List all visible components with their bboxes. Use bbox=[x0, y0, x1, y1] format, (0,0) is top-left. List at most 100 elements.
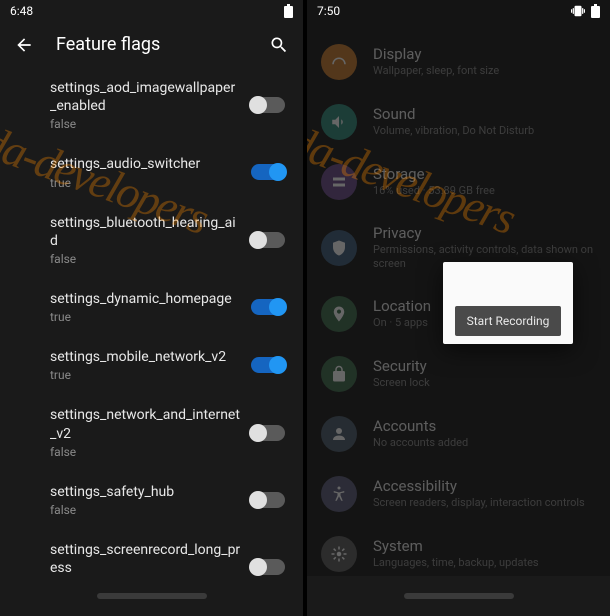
settings-text: Security Screen lock bbox=[373, 357, 596, 390]
flag-text: settings_safety_hub false bbox=[50, 483, 251, 517]
flag-row[interactable]: settings_network_and_internet_v2 false bbox=[0, 394, 303, 470]
flag-name: settings_screenrecord_long_press bbox=[50, 541, 241, 576]
flag-name: settings_audio_switcher bbox=[50, 155, 241, 173]
settings-title: Privacy bbox=[373, 224, 596, 242]
flag-toggle[interactable] bbox=[251, 559, 285, 575]
flag-text: settings_aod_imagewallpaper_enabled fals… bbox=[50, 79, 251, 131]
flag-text: settings_dynamic_homepage true bbox=[50, 290, 251, 324]
settings-title: System bbox=[373, 537, 596, 555]
flag-toggle[interactable] bbox=[251, 425, 285, 441]
flag-row[interactable]: settings_mobile_network_v2 true bbox=[0, 336, 303, 394]
privacy-icon bbox=[321, 230, 357, 266]
back-button[interactable] bbox=[14, 35, 34, 55]
accounts-icon bbox=[321, 416, 357, 452]
settings-title: Accessibility bbox=[373, 477, 596, 495]
flag-toggle[interactable] bbox=[251, 299, 285, 315]
flag-text: settings_mobile_network_v2 true bbox=[50, 348, 251, 382]
accessibility-icon bbox=[321, 476, 357, 512]
flag-value: false bbox=[50, 503, 241, 517]
settings-row[interactable]: Accounts No accounts added bbox=[307, 404, 610, 464]
flag-row[interactable]: settings_screenrecord_long_press false bbox=[0, 529, 303, 576]
page-title: Feature flags bbox=[56, 34, 269, 55]
flag-text: settings_network_and_internet_v2 false bbox=[50, 406, 251, 458]
feature-flags-screen: 6:48 Feature flags settings_aod_imagewal… bbox=[0, 0, 303, 616]
flag-row[interactable]: settings_safety_hub false bbox=[0, 471, 303, 529]
display-icon bbox=[321, 44, 357, 80]
search-button[interactable] bbox=[269, 35, 289, 55]
settings-row[interactable]: System Languages, time, backup, updates bbox=[307, 524, 610, 576]
nav-pill[interactable] bbox=[404, 593, 514, 599]
settings-row[interactable]: Storage 16% used · 53.89 GB free bbox=[307, 152, 610, 212]
location-icon bbox=[321, 296, 357, 332]
flag-text: settings_screenrecord_long_press false bbox=[50, 541, 251, 576]
settings-text: Accounts No accounts added bbox=[373, 417, 596, 450]
settings-subtitle: No accounts added bbox=[373, 436, 596, 450]
flag-row[interactable]: settings_aod_imagewallpaper_enabled fals… bbox=[0, 67, 303, 143]
settings-subtitle: Languages, time, backup, updates bbox=[373, 556, 596, 570]
security-icon bbox=[321, 356, 357, 392]
vibrate-icon bbox=[571, 4, 585, 18]
header: Feature flags bbox=[0, 22, 303, 67]
settings-title: Security bbox=[373, 357, 596, 375]
flag-toggle[interactable] bbox=[251, 232, 285, 248]
settings-title: Sound bbox=[373, 105, 596, 123]
flag-text: settings_audio_switcher true bbox=[50, 155, 251, 189]
nav-bar bbox=[307, 576, 610, 616]
storage-icon bbox=[321, 164, 357, 200]
settings-subtitle: Screen readers, display, interaction con… bbox=[373, 496, 596, 510]
settings-subtitle: Screen lock bbox=[373, 376, 596, 390]
nav-bar bbox=[0, 576, 303, 616]
system-icon bbox=[321, 536, 357, 572]
settings-title: Display bbox=[373, 45, 596, 63]
flag-toggle[interactable] bbox=[251, 164, 285, 180]
settings-title: Storage bbox=[373, 165, 596, 183]
flag-row[interactable]: settings_bluetooth_hearing_aid false bbox=[0, 202, 303, 278]
screen-record-popup: Start Recording bbox=[443, 262, 573, 344]
status-time: 6:48 bbox=[10, 4, 284, 18]
settings-subtitle: 16% used · 53.89 GB free bbox=[373, 184, 596, 198]
flag-name: settings_bluetooth_hearing_aid bbox=[50, 214, 241, 250]
flag-toggle[interactable] bbox=[251, 492, 285, 508]
status-bar: 7:50 bbox=[307, 0, 610, 22]
sound-icon bbox=[321, 104, 357, 140]
flag-name: settings_aod_imagewallpaper_enabled bbox=[50, 79, 241, 115]
settings-title: Accounts bbox=[373, 417, 596, 435]
flag-name: settings_safety_hub bbox=[50, 483, 241, 501]
settings-row[interactable]: Accessibility Screen readers, display, i… bbox=[307, 464, 610, 524]
flag-toggle[interactable] bbox=[251, 97, 285, 113]
flag-value: false bbox=[50, 445, 241, 459]
settings-text: Accessibility Screen readers, display, i… bbox=[373, 477, 596, 510]
flag-name: settings_dynamic_homepage bbox=[50, 290, 241, 308]
start-recording-button[interactable]: Start Recording bbox=[455, 306, 562, 336]
cut-item bbox=[307, 22, 610, 32]
flags-list: settings_aod_imagewallpaper_enabled fals… bbox=[0, 67, 303, 576]
status-bar: 6:48 bbox=[0, 0, 303, 22]
settings-subtitle: Volume, vibration, Do Not Disturb bbox=[373, 124, 596, 138]
settings-subtitle: Wallpaper, sleep, font size bbox=[373, 64, 596, 78]
settings-row[interactable]: Display Wallpaper, sleep, font size bbox=[307, 32, 610, 92]
arrow-back-icon bbox=[14, 35, 34, 55]
flag-toggle[interactable] bbox=[251, 357, 285, 373]
flag-value: true bbox=[50, 310, 241, 324]
flag-row[interactable]: settings_dynamic_homepage true bbox=[0, 278, 303, 336]
flag-value: true bbox=[50, 176, 241, 190]
flag-text: settings_bluetooth_hearing_aid false bbox=[50, 214, 251, 266]
search-icon bbox=[269, 35, 289, 55]
settings-screen: 7:50 Display Wallpaper, sleep, font size… bbox=[307, 0, 610, 616]
settings-row[interactable]: Security Screen lock bbox=[307, 344, 610, 404]
settings-text: Sound Volume, vibration, Do Not Disturb bbox=[373, 105, 596, 138]
flag-value: true bbox=[50, 368, 241, 382]
flag-name: settings_network_and_internet_v2 bbox=[50, 406, 241, 442]
battery-icon bbox=[591, 4, 600, 18]
settings-text: Storage 16% used · 53.89 GB free bbox=[373, 165, 596, 198]
nav-pill[interactable] bbox=[97, 593, 207, 599]
flag-value: false bbox=[50, 252, 241, 266]
flag-value: false bbox=[50, 117, 241, 131]
flag-name: settings_mobile_network_v2 bbox=[50, 348, 241, 366]
settings-row[interactable]: Sound Volume, vibration, Do Not Disturb bbox=[307, 92, 610, 152]
settings-text: Display Wallpaper, sleep, font size bbox=[373, 45, 596, 78]
battery-icon bbox=[284, 4, 293, 18]
flag-row[interactable]: settings_audio_switcher true bbox=[0, 143, 303, 201]
settings-text: System Languages, time, backup, updates bbox=[373, 537, 596, 570]
status-time: 7:50 bbox=[317, 4, 571, 18]
